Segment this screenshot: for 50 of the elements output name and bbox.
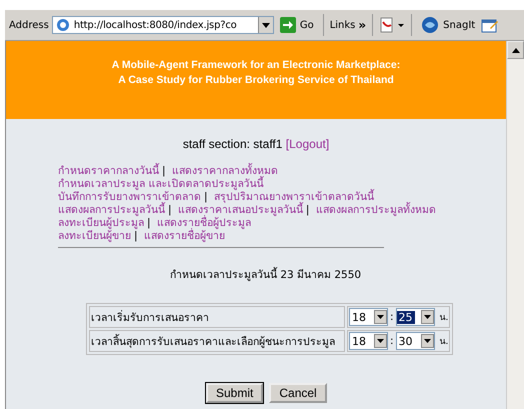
unit-text: น.	[440, 312, 448, 324]
menu-link[interactable]: สรุปปริมาณยางพาราเข้าตลาดวันนี้	[214, 191, 374, 203]
cancel-button[interactable]: Cancel	[269, 383, 327, 403]
menu-link[interactable]: กำหนดราคากลางวันนี้	[58, 165, 159, 177]
edit-icon[interactable]	[481, 17, 500, 33]
unit-text: น.	[440, 336, 448, 348]
menu-link[interactable]: ลงทะเบียนผู้ขาย	[58, 230, 131, 242]
go-button[interactable]: Go	[276, 17, 317, 33]
menu-link[interactable]: แสดงราคาเสนอประมูลวันนี้	[178, 204, 303, 216]
hour-select[interactable]: 18	[349, 308, 388, 326]
menu-link[interactable]: แสดงรายชื่อผู้ประมูล	[156, 217, 251, 229]
table-cell: เวลาสิ้นสุดการรับเสนอราคาและเลือกผู้ชนะการประมูล	[89, 330, 345, 352]
caret-icon	[377, 339, 384, 343]
colon-text: :	[390, 335, 394, 347]
document-icon[interactable]	[379, 17, 406, 33]
scrollbar[interactable]	[506, 41, 524, 409]
banner-title: A Mobile-Agent Framework for an Electronic Marketplace:	[110, 58, 402, 73]
caret-icon[interactable]	[262, 22, 270, 28]
menu-link[interactable]: แสดงผลการประมูลวันนี้	[58, 204, 165, 216]
table-cell: เวลาเริ่มรับการเสนอราคา	[89, 306, 345, 328]
address-field[interactable]: http://localhost:8080/index.jsp?co	[52, 16, 274, 34]
menu-link[interactable]: แสดงราคากลางทั้งหมด	[172, 165, 278, 177]
hour-select[interactable]: 18	[349, 332, 388, 350]
scroll-up-icon[interactable]	[512, 48, 520, 52]
caret-icon	[424, 339, 431, 343]
menu-link[interactable]: กำหนดเวลาประมูล และเปิดตลาดประมูลวันนี้	[58, 178, 264, 190]
form-title: กำหนดเวลาประมูลวันนี้ 23 มีนาคม 2550	[170, 266, 362, 283]
links-label[interactable]: Links	[330, 20, 356, 30]
separator: |	[162, 165, 166, 177]
minute-select[interactable]: 25	[396, 308, 435, 326]
colon-text: :	[390, 311, 394, 323]
snagit-button[interactable]: SnagIt	[418, 16, 478, 34]
separator: |	[134, 230, 138, 242]
caret-icon	[377, 315, 384, 319]
chevron-button[interactable]: »	[358, 18, 366, 32]
address-label: Address	[9, 20, 49, 30]
menu-link[interactable]: บันทึกการรับยางพาราเข้าตลาด	[58, 191, 201, 203]
staff-section-text: staff section: staff1	[182, 137, 282, 151]
minute-select[interactable]: 30	[396, 332, 435, 350]
logout-link[interactable]: [Logout]	[286, 137, 330, 151]
separator: |	[168, 204, 172, 216]
menu-link[interactable]: แสดงผลการประมูลทั้งหมด	[316, 204, 436, 216]
banner-title: A Case Study for Rubber Brokering Service of Thailand	[117, 73, 395, 88]
caret-icon	[424, 315, 431, 319]
submit-button[interactable]: Submit	[206, 383, 264, 403]
menu-link[interactable]: แสดงรายชื่อผู้ขาย	[144, 230, 225, 242]
separator: |	[147, 217, 151, 229]
separator: |	[306, 204, 310, 216]
separator: |	[204, 191, 208, 203]
menu-link[interactable]: ลงทะเบียนผู้ประมูล	[58, 217, 144, 229]
